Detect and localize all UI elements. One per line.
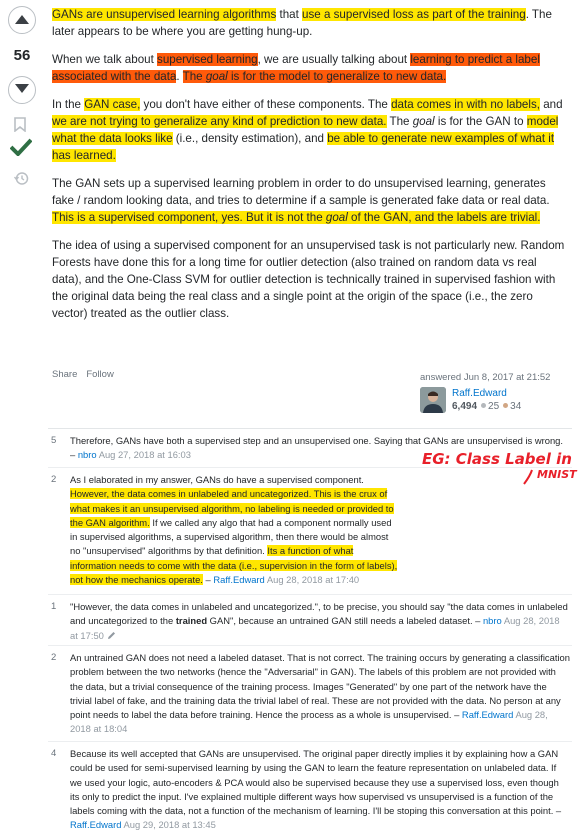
share-link[interactable]: Share bbox=[52, 369, 77, 380]
comment-score: 2 bbox=[51, 474, 57, 485]
comment: 4 Because its well accepted that GANs ar… bbox=[48, 742, 572, 830]
accepted-checkmark-icon bbox=[10, 138, 32, 156]
comment-text: An untrained GAN does not need a labeled… bbox=[70, 652, 570, 735]
comments-list: 5 Therefore, GANs have both a supervised… bbox=[48, 428, 572, 830]
user-signature: answered Jun 8, 2017 at 21:52 Raff.Edwar… bbox=[420, 372, 570, 413]
annotation-line-2: MNIST bbox=[537, 468, 578, 481]
comment-user-link[interactable]: Raff.Edward bbox=[213, 574, 264, 585]
answered-timestamp: answered Jun 8, 2017 at 21:52 bbox=[420, 372, 551, 383]
vote-count: 56 bbox=[13, 47, 31, 64]
avatar[interactable] bbox=[420, 387, 446, 413]
downvote-button[interactable] bbox=[8, 76, 36, 104]
user-name-link[interactable]: Raff.Edward bbox=[452, 388, 507, 399]
comment-user-link[interactable]: Raff.Edward bbox=[462, 709, 513, 720]
comment-user-link[interactable]: Raff.Edward bbox=[70, 819, 121, 830]
arrow-down-icon bbox=[15, 84, 29, 93]
follow-link[interactable]: Follow bbox=[86, 369, 113, 380]
comment-score: 4 bbox=[51, 748, 57, 759]
paragraph-2: When we talk about supervised learning, … bbox=[52, 53, 540, 83]
paragraph-4: The GAN sets up a supervised learning pr… bbox=[52, 177, 550, 224]
highlight-text: data comes in with no labels, bbox=[391, 98, 540, 111]
comment-date[interactable]: Aug 29, 2018 at 13:45 bbox=[124, 819, 216, 830]
reputation: 6,494 25 34 bbox=[452, 401, 521, 412]
handwritten-annotation: EG: Class Label in MNIST bbox=[422, 450, 578, 485]
paragraph-5: The idea of using a supervised component… bbox=[52, 239, 565, 320]
upvote-button[interactable] bbox=[8, 6, 36, 34]
highlight-text: GANs are unsupervised learning algorithm… bbox=[52, 8, 277, 21]
comment: 1 "However, the data comes in unlabeled … bbox=[48, 595, 572, 646]
highlight-text: we are not trying to generalize any kind… bbox=[52, 115, 387, 128]
bronze-badge-icon bbox=[503, 403, 509, 409]
comment-user-link[interactable]: nbro bbox=[483, 615, 502, 626]
bronze-badge-count: 34 bbox=[510, 401, 522, 412]
bookmark-icon[interactable] bbox=[14, 117, 26, 132]
user-photo-icon bbox=[420, 387, 446, 413]
reputation-score: 6,494 bbox=[452, 401, 478, 412]
comment-date[interactable]: Aug 28, 2018 at 17:40 bbox=[267, 574, 359, 585]
paragraph-1: GANs are unsupervised learning algorithm… bbox=[52, 8, 552, 38]
silver-badge-icon bbox=[481, 403, 487, 409]
comment-text: As I elaborated in my answer, GANs do ha… bbox=[70, 474, 398, 586]
silver-badge-count: 25 bbox=[488, 401, 500, 412]
comment-user-link[interactable]: nbro bbox=[78, 449, 97, 460]
comment-text: Because its well accepted that GANs are … bbox=[70, 748, 562, 831]
highlight-text: This is a supervised component, yes. But… bbox=[52, 211, 541, 224]
history-icon[interactable] bbox=[14, 171, 29, 186]
annotation-arrow bbox=[523, 469, 533, 485]
arrow-up-icon bbox=[15, 15, 29, 24]
paragraph-3: In the GAN case, you don't have either o… bbox=[52, 98, 563, 162]
answer-body: GANs are unsupervised learning algorithm… bbox=[52, 0, 568, 333]
highlight-text: use a supervised loss as part of the tra… bbox=[302, 8, 526, 21]
comment: 2 An untrained GAN does not need a label… bbox=[48, 646, 572, 742]
comment-date[interactable]: Aug 27, 2018 at 16:03 bbox=[99, 449, 191, 460]
post-menu: Share Follow bbox=[52, 369, 123, 380]
comment-score: 1 bbox=[51, 601, 57, 612]
pencil-icon[interactable] bbox=[107, 631, 116, 640]
comment-score: 2 bbox=[51, 652, 57, 663]
highlight-text: GAN case, bbox=[84, 98, 141, 111]
highlight-text: The goal is for the model to generalize … bbox=[182, 70, 447, 83]
comment-text: "However, the data comes in unlabeled an… bbox=[70, 601, 568, 641]
annotation-line-1: EG: Class Label in bbox=[422, 450, 572, 468]
comment-score: 5 bbox=[51, 435, 57, 446]
highlight-text: supervised learning bbox=[157, 53, 258, 66]
